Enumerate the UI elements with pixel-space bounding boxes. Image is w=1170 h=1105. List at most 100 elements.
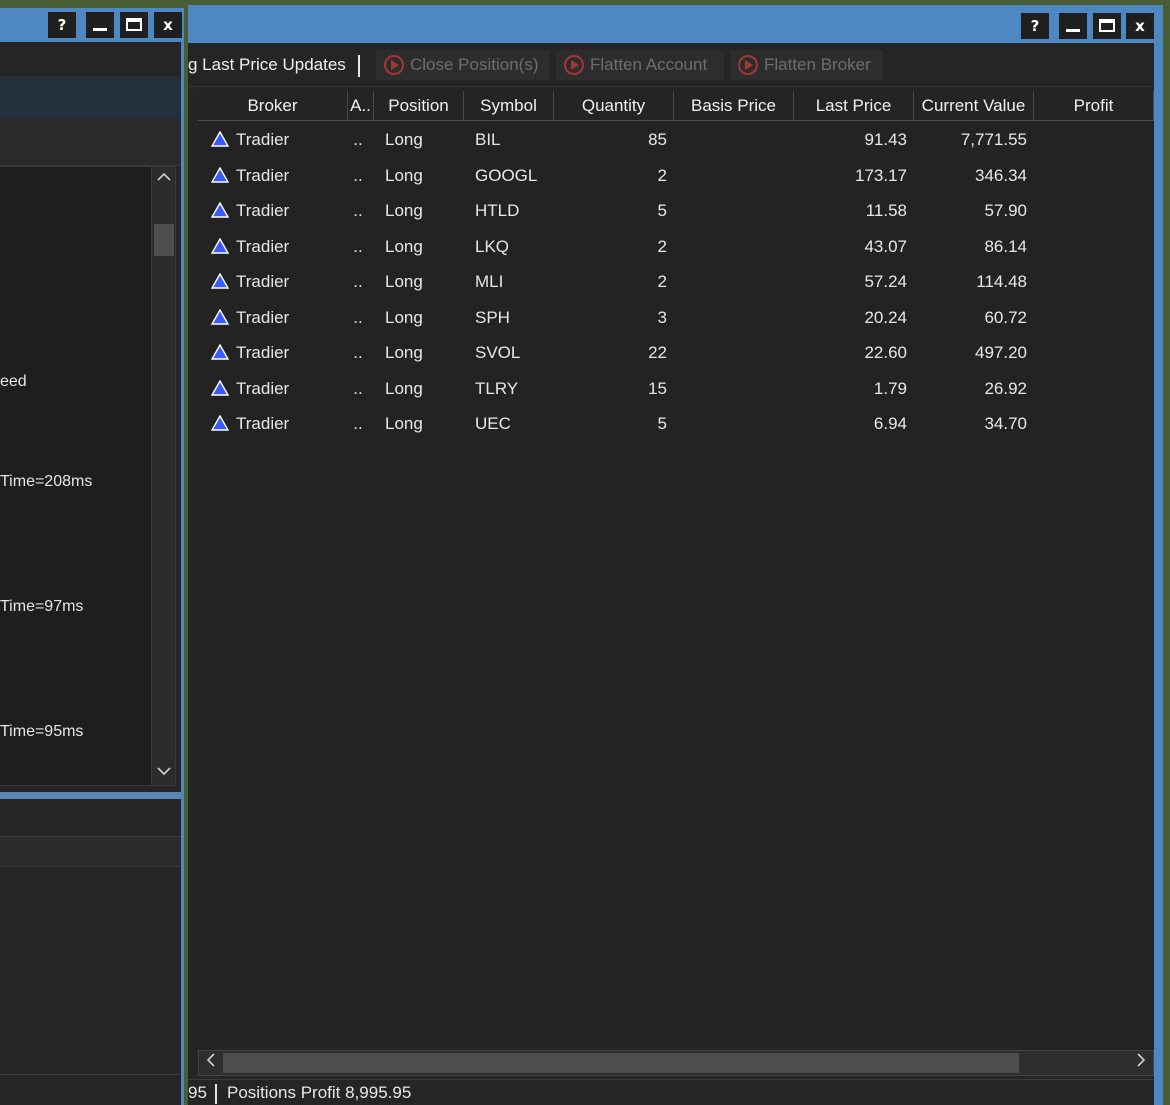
- cell-quantity: 2: [657, 165, 667, 185]
- left-sub-header: [0, 799, 181, 837]
- cell-quantity: 5: [657, 414, 667, 433]
- left-close-button[interactable]: x: [154, 12, 182, 38]
- cell-last-price: 91.43: [864, 130, 907, 149]
- cell-account: ..: [353, 378, 363, 398]
- maximize-icon: [126, 18, 142, 31]
- table-row[interactable]: Tradier.. Long TLRY 15 1.79 26.92: [198, 371, 1154, 406]
- log-vertical-scrollbar[interactable]: [151, 167, 175, 785]
- log-line: Time=95ms: [0, 723, 84, 740]
- column-header-profit[interactable]: Profit: [1034, 91, 1154, 121]
- column-header-account[interactable]: A..: [348, 91, 374, 121]
- left-splitter[interactable]: [0, 792, 181, 799]
- scroll-left-button[interactable]: [199, 1051, 223, 1075]
- column-header-last-price[interactable]: Last Price: [794, 91, 914, 121]
- scroll-up-button[interactable]: [152, 167, 176, 191]
- left-help-button[interactable]: ?: [48, 12, 76, 38]
- cell-broker: Tradier: [236, 201, 290, 220]
- table-row[interactable]: Tradier.. Long GOOGL 2 173.17 346.34: [198, 158, 1154, 193]
- close-positions-button[interactable]: Close Position(s): [376, 50, 550, 80]
- cell-basis-price: [674, 158, 787, 193]
- chevron-left-icon: [206, 1053, 215, 1067]
- close-button[interactable]: x: [1126, 13, 1154, 39]
- log-line: eed: [0, 373, 27, 390]
- left-window-body: eed Time=208ms Time=97ms Time=95ms: [0, 42, 181, 1105]
- minimize-button[interactable]: [1059, 13, 1087, 39]
- cell-quantity: 3: [657, 307, 667, 327]
- flatten-broker-button[interactable]: Flatten Broker: [730, 50, 883, 80]
- cell-account: ..: [353, 272, 363, 291]
- table-row[interactable]: Tradier.. Long HTLD 5 11.58 57.90: [198, 193, 1154, 228]
- cell-last-price: 22.60: [864, 343, 907, 362]
- minimize-icon: [1066, 29, 1080, 32]
- long-triangle-icon: [211, 237, 229, 254]
- table-row[interactable]: Tradier.. Long MLI 2 57.24 114.48: [198, 264, 1154, 299]
- cell-symbol: MLI: [475, 272, 504, 291]
- scroll-thumb[interactable]: [223, 1053, 1019, 1073]
- maximize-icon: [1099, 19, 1115, 32]
- cell-account: ..: [353, 130, 363, 149]
- cell-current-value: 26.92: [984, 378, 1027, 398]
- cell-quantity: 85: [648, 130, 667, 149]
- positions-window: ? x g Last Price Updates Close Position(…: [188, 5, 1163, 1105]
- positions-toolbar: g Last Price Updates Close Position(s) F…: [188, 43, 1154, 87]
- cell-broker: Tradier: [236, 414, 290, 433]
- table-row[interactable]: Tradier.. Long LKQ 2 43.07 86.14: [198, 229, 1154, 264]
- left-window-title-bar[interactable]: ? x: [0, 8, 184, 42]
- status-left-fragment: 95: [188, 1083, 207, 1102]
- cell-last-price: 173.17: [855, 165, 907, 185]
- cell-basis-price: [674, 300, 787, 335]
- maximize-button[interactable]: [1093, 13, 1121, 39]
- cell-basis-price: [674, 371, 787, 406]
- help-button[interactable]: ?: [1021, 13, 1049, 39]
- cell-basis-price: [674, 406, 787, 441]
- last-price-updates-label[interactable]: g Last Price Updates: [188, 55, 346, 75]
- cell-last-price: 11.58: [865, 201, 907, 220]
- cell-broker: Tradier: [236, 130, 290, 149]
- column-header-quantity[interactable]: Quantity: [554, 91, 674, 121]
- column-header-symbol[interactable]: Symbol: [464, 91, 554, 121]
- left-maximize-button[interactable]: [120, 12, 148, 38]
- cell-position: Long: [385, 307, 423, 327]
- column-header-current-value[interactable]: Current Value: [914, 91, 1034, 121]
- play-circle-icon: [564, 55, 584, 75]
- cell-broker: Tradier: [236, 272, 290, 291]
- toolbar-divider: [358, 55, 360, 77]
- flatten-account-button[interactable]: Flatten Account: [556, 50, 724, 80]
- cell-account: ..: [353, 201, 363, 220]
- cell-symbol: BIL: [475, 130, 501, 149]
- column-header-basis-price[interactable]: Basis Price: [674, 91, 794, 121]
- table-row[interactable]: Tradier.. Long SPH 3 20.24 60.72: [198, 300, 1154, 335]
- table-row[interactable]: Tradier.. Long SVOL 22 22.60 497.20: [198, 335, 1154, 370]
- cell-position: Long: [385, 201, 423, 220]
- play-circle-icon: [384, 55, 404, 75]
- left-minimize-button[interactable]: [86, 12, 114, 38]
- chevron-up-icon: [157, 172, 171, 181]
- cell-current-value: 57.90: [984, 201, 1027, 220]
- left-tabstrip[interactable]: [0, 79, 181, 118]
- left-statusbar: [0, 1074, 181, 1105]
- cell-account: ..: [353, 414, 363, 433]
- positions-window-title-bar[interactable]: ? x: [188, 5, 1163, 43]
- cell-current-value: 497.20: [975, 343, 1027, 362]
- column-header-broker[interactable]: Broker: [198, 91, 348, 121]
- scroll-right-button[interactable]: [1129, 1051, 1153, 1075]
- cell-last-price: 57.24: [864, 272, 907, 291]
- left-toolbar: [0, 42, 181, 78]
- flatten-broker-label: Flatten Broker: [764, 55, 871, 74]
- cell-quantity: 22: [648, 343, 667, 362]
- table-row[interactable]: Tradier.. Long UEC 5 6.94 34.70: [198, 406, 1154, 441]
- cell-symbol: GOOGL: [475, 165, 538, 185]
- cell-profit: [1034, 158, 1147, 193]
- cell-current-value: 7,771.55: [960, 130, 1027, 149]
- scroll-thumb[interactable]: [154, 224, 174, 256]
- chevron-right-icon: [1137, 1053, 1146, 1067]
- table-row[interactable]: Tradier.. Long BIL 85 91.43 7,771.55: [198, 122, 1154, 157]
- grid-horizontal-scrollbar[interactable]: [198, 1050, 1154, 1076]
- statusbar: 95 Positions Profit 8,995.95: [188, 1079, 1154, 1105]
- scroll-down-button[interactable]: [152, 761, 176, 785]
- cell-quantity: 15: [648, 378, 667, 398]
- column-header-position[interactable]: Position: [374, 91, 464, 121]
- positions-grid: Broker A.. Position Symbol Quantity Basi…: [198, 91, 1154, 1049]
- cell-position: Long: [385, 165, 423, 185]
- long-triangle-icon: [211, 202, 229, 218]
